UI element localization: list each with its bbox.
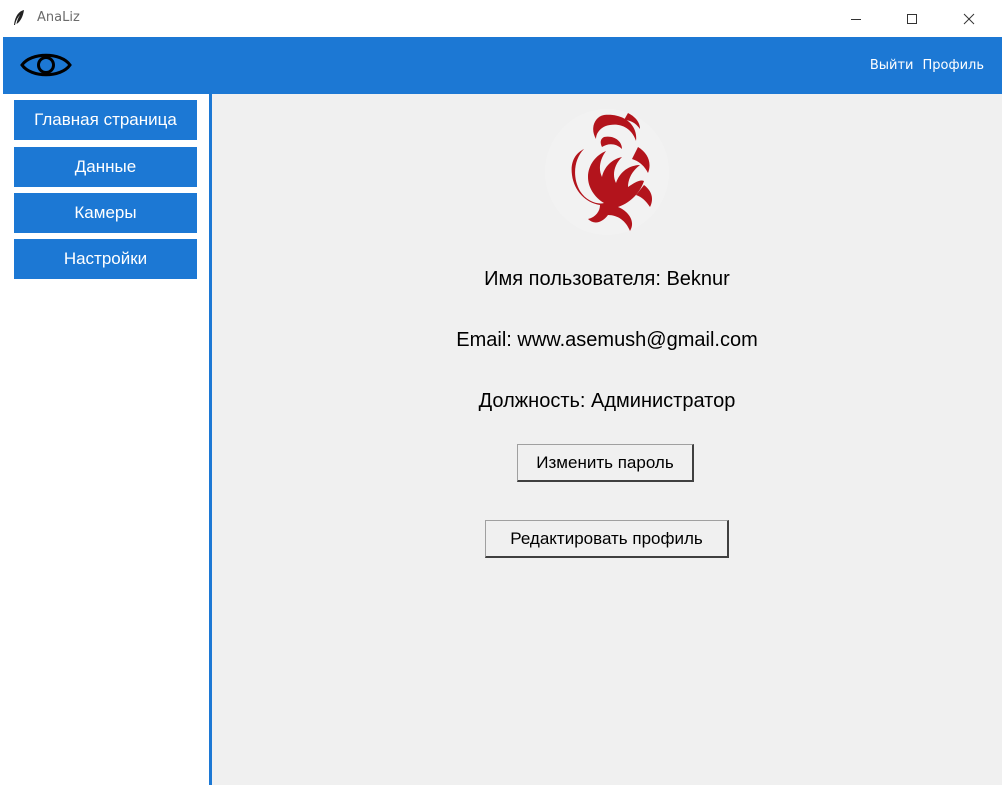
sidebar-item-settings[interactable]: Настройки: [14, 239, 197, 279]
maximize-icon[interactable]: [889, 0, 935, 37]
sidebar-item-cameras[interactable]: Камеры: [14, 193, 197, 233]
window-titlebar: AnaLiz: [0, 0, 1002, 37]
window-title: AnaLiz: [37, 10, 80, 25]
header-links: Выйти Профиль: [870, 58, 984, 73]
sidebar: Главная страница Данные Камеры Настройки: [3, 94, 209, 785]
minimize-icon[interactable]: [833, 0, 879, 37]
edit-profile-button[interactable]: Редактировать профиль: [485, 520, 729, 558]
profile-link[interactable]: Профиль: [922, 58, 984, 73]
profile-panel: Имя пользователя: Beknur Email: www.asem…: [212, 94, 1002, 785]
role-label: Должность: Администратор: [478, 390, 736, 412]
close-icon[interactable]: [946, 0, 992, 37]
logout-link[interactable]: Выйти: [870, 58, 914, 73]
email-label: Email: www.asemush@gmail.com: [456, 329, 758, 351]
username-label: Имя пользователя: Beknur: [484, 268, 730, 290]
feather-icon: [11, 9, 27, 27]
sidebar-item-home[interactable]: Главная страница: [14, 100, 197, 140]
change-password-button[interactable]: Изменить пароль: [517, 444, 694, 482]
app-header: Выйти Профиль: [3, 37, 1002, 94]
sidebar-item-data[interactable]: Данные: [14, 147, 197, 187]
phoenix-logo: [544, 107, 671, 237]
eye-icon: [19, 49, 73, 86]
